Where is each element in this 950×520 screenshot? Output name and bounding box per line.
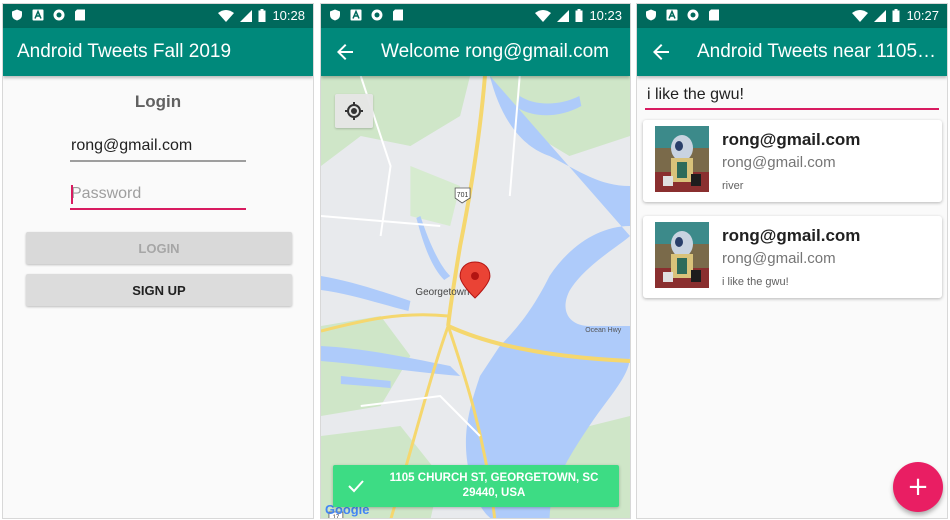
text-cursor [71,185,73,204]
shield-icon [646,9,656,21]
record-icon [53,9,65,21]
check-icon [348,480,364,493]
tweet-content: i like the gwu! [722,276,789,288]
wifi-icon [218,9,235,22]
app-a-icon [666,9,678,21]
battery-icon [575,9,583,22]
tweet-card[interactable]: rong@gmail.com rong@gmail.com river [643,120,942,202]
map-screen: 10:23 Welcome rong@gmail.com 701 Georget… [320,3,631,519]
status-time: 10:23 [589,8,622,23]
status-bar: 10:28 [3,4,313,28]
road-label: Ocean Hwy [585,327,621,334]
highway-701-label: 701 [457,192,469,199]
battery-icon [258,9,266,22]
record-icon [687,9,699,21]
map-view[interactable]: 701 Georgetown Ocean Hwy 17 Google [321,76,630,519]
tweets-screen: 10:27 Android Tweets near 1105… rong@gma… [636,3,948,519]
tweet-card[interactable]: rong@gmail.com rong@gmail.com i like the… [643,216,942,298]
tweet-input[interactable] [645,82,939,110]
login-screen: 10:28 Android Tweets Fall 2019 Login LOG… [2,3,314,519]
snackbar-text: 1105 CHURCH ST, GEORGETOWN, SC 29440, US… [389,472,599,499]
app-a-icon [350,9,362,21]
sd-card-icon [75,9,85,21]
login-heading: Login [134,92,182,111]
shield-icon [330,9,340,21]
email-field[interactable] [70,132,246,162]
back-arrow-icon[interactable] [649,40,673,64]
login-button[interactable]: LOGIN [26,232,292,264]
signal-icon [240,9,253,22]
app-title: Android Tweets near 1105… [697,41,937,62]
sd-card-icon [709,9,719,21]
signal-icon [557,9,570,22]
plus-icon: + [907,472,929,502]
avatar [655,222,709,288]
status-time: 10:27 [906,8,939,23]
status-time: 10:28 [272,8,305,23]
back-arrow-icon[interactable] [333,40,357,64]
app-bar: Android Tweets near 1105… [637,28,947,76]
address-snackbar: 1105 CHURCH ST, GEORGETOWN, SC 29440, US… [333,465,619,507]
avatar [655,126,709,192]
app-bar: Android Tweets Fall 2019 [3,28,313,76]
add-tweet-button[interactable]: + [893,462,943,512]
wifi-icon [535,9,552,22]
tweet-handle: rong@gmail.com [722,154,836,171]
signal-icon [874,9,887,22]
tweet-username: rong@gmail.com [722,226,861,245]
battery-icon [892,9,900,22]
tweet-handle: rong@gmail.com [722,250,836,267]
my-location-button[interactable] [335,94,373,128]
tweet-username: rong@gmail.com [722,130,861,149]
tweet-content: river [722,180,744,192]
shield-icon [12,9,22,21]
city-label: Georgetown [415,287,469,298]
password-field[interactable] [70,180,246,210]
status-bar: 10:27 [637,4,947,28]
record-icon [371,9,383,21]
app-title: Android Tweets Fall 2019 [17,41,232,62]
sd-card-icon [393,9,403,21]
signup-button[interactable]: SIGN UP [26,274,292,306]
status-bar: 10:23 [321,4,630,28]
my-location-icon [345,102,363,120]
app-title: Welcome rong@gmail.com [381,41,610,62]
app-bar: Welcome rong@gmail.com [321,28,630,76]
wifi-icon [852,9,869,22]
app-a-icon [32,9,44,21]
